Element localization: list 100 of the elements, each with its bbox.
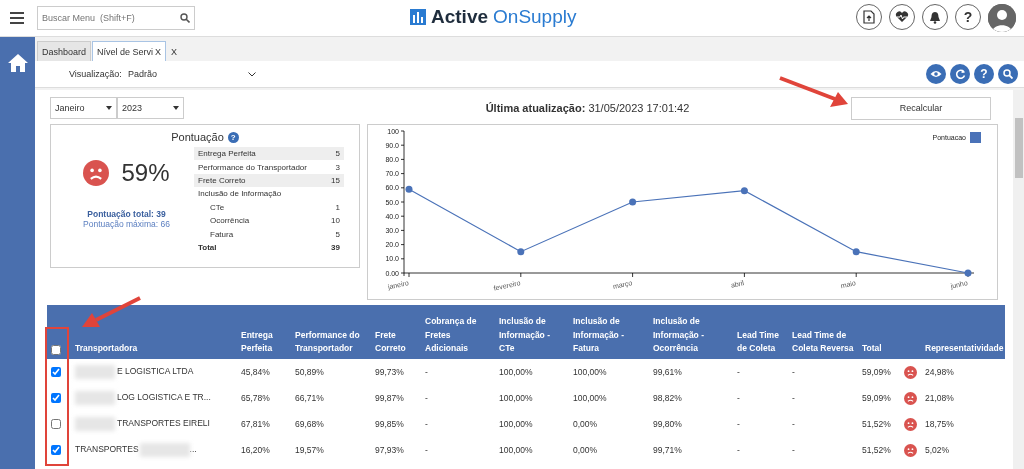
search-icon[interactable] — [180, 13, 190, 23]
table-cell-text: 19,57% — [294, 444, 325, 457]
table-cell-text: 51,52% — [861, 444, 892, 457]
refresh-icon[interactable] — [950, 64, 970, 84]
recalculate-button[interactable]: Recalcular — [851, 96, 991, 120]
score-label: CTe — [209, 201, 226, 214]
carrier-cell-text: TRANSPORTES ... — [74, 442, 198, 459]
score-value: 1 — [334, 201, 341, 214]
column-header: Cobrança de Fretes Adicionais — [421, 305, 495, 359]
table-cell-text: 100,00% — [498, 444, 534, 457]
row-checkbox[interactable] — [51, 393, 61, 403]
caret-icon[interactable] — [106, 106, 112, 110]
data-point — [852, 248, 860, 256]
table-cell-text: - — [424, 418, 429, 431]
table-cell-text: 59,09% — [861, 392, 892, 405]
table-cell-text: - — [424, 392, 429, 405]
user-avatar-icon[interactable] — [988, 4, 1016, 32]
carrier-cell: E LOGISTICA LTDA — [71, 359, 237, 385]
column-header: Lead Time de Coleta — [733, 305, 788, 359]
bell-icon[interactable] — [922, 4, 948, 30]
heart-pulse-icon[interactable] — [889, 4, 915, 30]
table-cell-text: 99,87% — [374, 392, 405, 405]
scrollbar[interactable] — [1013, 90, 1024, 469]
close-icon[interactable]: X — [155, 46, 162, 57]
total-score: Pontuação total: 39 — [87, 209, 166, 219]
bar-chart-icon — [410, 9, 426, 25]
table-cell-text: 18,75% — [924, 418, 955, 431]
score-label: Inclusão de Informação — [194, 187, 326, 201]
sad-face-icon — [83, 160, 110, 186]
column-header: Entrega Perfeita — [237, 305, 291, 359]
document-upload-icon[interactable] — [856, 4, 882, 30]
max-score: Pontuação máxima: 66 — [83, 219, 170, 229]
column-header: Inclusão de Informação - Fatura — [569, 305, 649, 359]
score-label: Ocorrência — [209, 215, 251, 228]
row-checkbox[interactable] — [51, 445, 61, 455]
caret-icon[interactable] — [173, 106, 179, 110]
table-cell: 100,00% — [495, 359, 569, 385]
search-icon[interactable] — [998, 64, 1018, 84]
view-dropdown[interactable]: Padrão — [127, 69, 256, 79]
score-label: Fatura — [209, 228, 235, 241]
score-label: Total — [197, 241, 218, 254]
table-cell-text: - — [424, 444, 429, 457]
table-cell: - — [788, 359, 858, 385]
eye-icon[interactable] — [926, 64, 946, 84]
score-label: Entrega Perfeita — [194, 147, 326, 161]
table-cell-text: 51,52% — [861, 418, 892, 431]
score-percent: 59% — [121, 159, 170, 187]
column-header: Performance do Transportador — [291, 305, 371, 359]
table-cell-text: - — [791, 392, 796, 405]
table-cell-text: 99,71% — [652, 444, 683, 457]
column-header: Inclusão de Informação - Ocorrência — [649, 305, 733, 359]
tab[interactable]: Nível de Servi X — [92, 41, 167, 61]
search-field[interactable]: Buscar Menu (Shift+F) — [37, 6, 195, 30]
table-cell-text: 0,00% — [572, 418, 599, 431]
carrier-cell: TRANSPORTES EIRELI — [71, 411, 237, 437]
select-all-checkbox[interactable] — [51, 345, 61, 355]
table-cell-text: 100,00% — [572, 392, 608, 405]
score-value: 15 — [325, 173, 344, 188]
home-icon[interactable] — [6, 53, 29, 73]
table-cell: - — [421, 359, 495, 385]
sad-face-icon — [904, 417, 917, 431]
table-cell-text: - — [791, 444, 796, 457]
year-dropdown[interactable]: 2023 — [117, 97, 184, 119]
data-point — [405, 185, 413, 193]
annotation-arrow — [82, 296, 141, 327]
help-icon[interactable]: ? — [227, 131, 239, 143]
table-cell-text: 100,00% — [498, 392, 534, 405]
sad-face-icon — [904, 443, 917, 457]
table-cell-text: 65,78% — [240, 392, 271, 405]
table-cell-text: - — [736, 418, 741, 431]
data-point — [629, 198, 637, 206]
table-cell-text: - — [736, 392, 741, 405]
table-cell: 100,00% — [569, 359, 649, 385]
column-header: Inclusão de Informação - CTe — [495, 305, 569, 359]
table-cell: 59,09% — [858, 359, 900, 385]
column-header: Lead Time de Coleta Reversa — [788, 305, 858, 359]
month-dropdown[interactable]: Janeiro — [50, 97, 117, 119]
logo-text: Active — [431, 6, 489, 28]
menu-icon[interactable] — [10, 12, 24, 24]
table-cell: 24,98% — [921, 359, 1005, 385]
table-cell: - — [733, 359, 788, 385]
carrier-cell: LOG LOGISTICA E TR... — [71, 385, 237, 411]
table-cell-text: 99,80% — [652, 418, 683, 431]
column-header: Transportadora — [71, 305, 237, 359]
tab[interactable]: Dashboard — [37, 41, 92, 61]
table-cell-text: 0,00% — [572, 444, 599, 457]
close-all-button[interactable]: X — [167, 42, 182, 61]
table-cell: 99,73% — [371, 359, 421, 385]
row-checkbox[interactable] — [51, 419, 61, 429]
help-button[interactable]: ? — [955, 4, 981, 30]
table-cell: 99,61% — [649, 359, 733, 385]
last-update-text: Última atualização: 31/05/2023 17:01:42 — [484, 102, 690, 114]
score-label: Performance do Transportador — [194, 160, 326, 174]
table-cell: 50,89% — [291, 359, 371, 385]
row-checkbox[interactable] — [51, 367, 61, 377]
table-cell-text: 69,68% — [294, 418, 325, 431]
help-button[interactable]: ? — [974, 64, 994, 84]
data-point — [517, 248, 525, 256]
table-cell-text: 98,82% — [652, 392, 683, 405]
chevron-icon[interactable] — [247, 71, 256, 77]
